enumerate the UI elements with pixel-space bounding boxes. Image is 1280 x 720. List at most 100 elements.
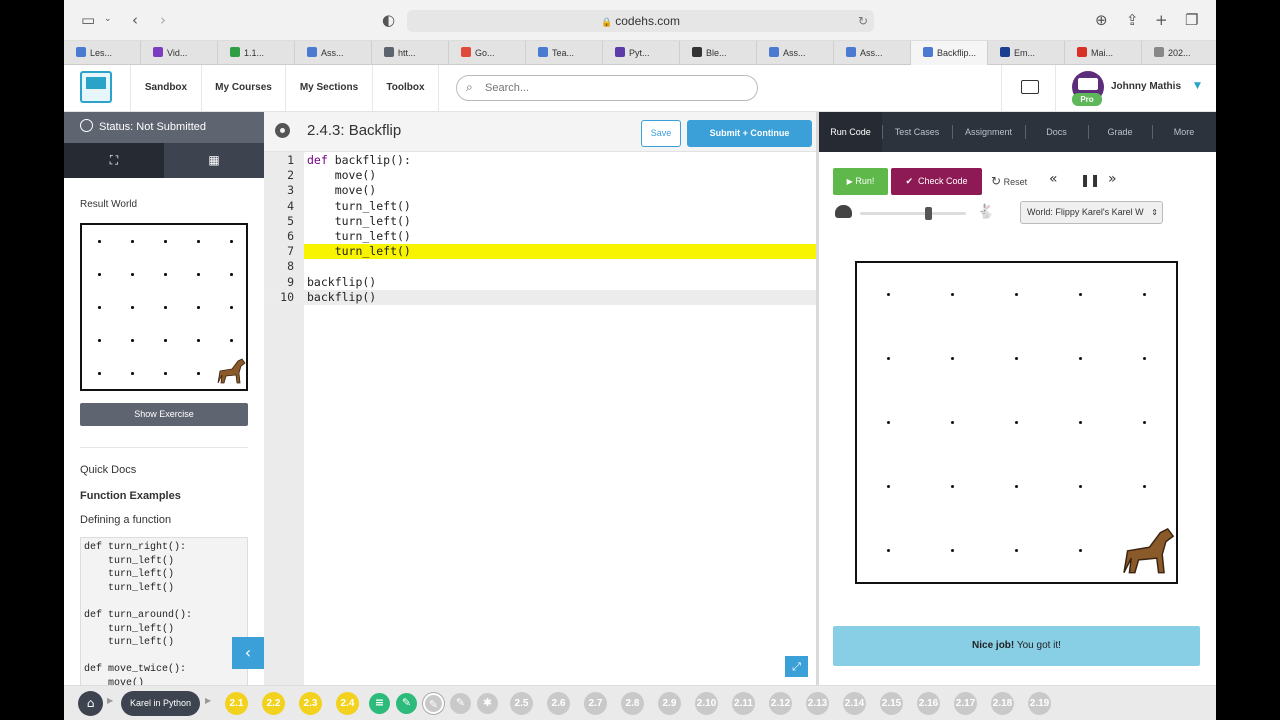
lesson-step[interactable]: 2.16 <box>917 692 940 715</box>
pencil-icon[interactable]: ✎ <box>450 693 471 714</box>
codehs-logo[interactable] <box>80 71 112 103</box>
panel-divider[interactable] <box>816 112 819 685</box>
browser-tab[interactable]: Ass... <box>295 41 372 65</box>
code-line[interactable]: 1 def backflip(): <box>264 153 816 168</box>
browser-tab[interactable]: Tea... <box>526 41 603 65</box>
code-line[interactable]: 5 turn_left() <box>264 214 816 229</box>
nav-my-sections[interactable]: My Sections <box>285 65 372 111</box>
lesson-step[interactable]: 2.1 <box>225 692 248 715</box>
share-icon[interactable]: ⇪ <box>1126 11 1139 29</box>
sidebar-toggle-icon[interactable]: ▭ <box>81 11 95 29</box>
download-icon[interactable]: ⊕ <box>1095 11 1108 29</box>
code-line[interactable]: 4 turn_left() <box>264 199 816 214</box>
fast-forward-icon[interactable]: » <box>1108 171 1117 187</box>
lesson-step[interactable]: 2.5 <box>510 692 533 715</box>
address-bar[interactable]: 🔒 codehs.com ↻ <box>407 10 874 32</box>
reload-icon[interactable]: ↻ <box>858 10 868 32</box>
lesson-step[interactable]: 2.18 <box>991 692 1014 715</box>
tab-run-code[interactable]: Run Code <box>819 112 882 152</box>
back-icon[interactable]: ‹ <box>132 11 138 29</box>
lesson-step[interactable]: 2.9 <box>658 692 681 715</box>
lesson-step[interactable]: 2.8 <box>621 692 644 715</box>
browser-tab[interactable]: 202... <box>1142 41 1216 65</box>
nav-my-courses[interactable]: My Courses <box>201 65 285 111</box>
lesson-step[interactable]: 2.6 <box>547 692 570 715</box>
browser-tab[interactable]: Vid... <box>141 41 218 65</box>
speed-slider-thumb[interactable] <box>925 207 932 220</box>
gear-icon[interactable] <box>275 123 290 138</box>
lesson-step[interactable]: 2.17 <box>954 692 977 715</box>
lesson-step[interactable]: 2.12 <box>769 692 792 715</box>
search-input[interactable] <box>485 80 745 96</box>
lesson-step[interactable]: 2.10 <box>695 692 718 715</box>
code-line[interactable]: 10 backflip() <box>264 289 816 305</box>
browser-tab[interactable]: Les... <box>64 41 141 65</box>
lesson-step[interactable]: 2.14 <box>843 692 866 715</box>
code-line[interactable]: 8 <box>264 259 816 274</box>
caret-down-icon[interactable]: ▼ <box>1194 81 1201 91</box>
chevron-down-icon[interactable]: ⌄ <box>104 14 112 24</box>
puzzle-icon[interactable]: ✱ <box>477 693 498 714</box>
lesson-step[interactable]: 2.7 <box>584 692 607 715</box>
unit-pill[interactable]: Karel in Python <box>121 691 200 716</box>
lesson-step[interactable]: 2.15 <box>880 692 903 715</box>
nav-toolbox[interactable]: Toolbox <box>372 65 439 111</box>
code-line[interactable]: 7 turn_left() <box>264 244 816 260</box>
doc-icon[interactable]: ≡ <box>369 693 390 714</box>
browser-tab[interactable]: Ass... <box>834 41 911 65</box>
collapse-sidebar-button[interactable]: ‹ <box>232 637 264 669</box>
map-icon[interactable]: ⛶ <box>64 143 164 178</box>
tab-more[interactable]: More <box>1152 112 1216 152</box>
browser-tab[interactable]: Backflip... <box>911 41 988 65</box>
pencil-icon[interactable]: ✎ <box>396 693 417 714</box>
pause-icon[interactable]: ❚❚ <box>1080 173 1100 187</box>
speed-slider[interactable] <box>860 212 966 215</box>
code-line[interactable]: 2 move() <box>264 168 816 183</box>
show-exercise-button[interactable]: Show Exercise <box>80 403 248 426</box>
code-line[interactable]: 9 backflip() <box>264 275 816 290</box>
browser-tab[interactable]: 1.1... <box>218 41 295 65</box>
submit-continue-button[interactable]: Submit + Continue <box>687 120 812 147</box>
check-code-button[interactable]: ✔ Check Code <box>891 168 982 195</box>
calendar-icon[interactable]: ▦ <box>164 143 264 178</box>
save-button[interactable]: Save <box>641 120 681 147</box>
lesson-step[interactable]: 2.11 <box>732 692 755 715</box>
window-icon-button[interactable] <box>1001 65 1056 111</box>
rewind-icon[interactable]: « <box>1049 171 1058 187</box>
run-button[interactable]: ▶ Run! <box>833 168 888 195</box>
forward-icon[interactable]: › <box>160 11 166 29</box>
line-number: 8 <box>287 259 294 274</box>
tab-overview-icon[interactable]: ❐ <box>1185 11 1198 29</box>
nav-sandbox[interactable]: Sandbox <box>130 65 201 111</box>
lesson-step[interactable]: 2.13 <box>806 692 829 715</box>
tab-docs[interactable]: Docs <box>1025 112 1088 152</box>
tab-assignment[interactable]: Assignment <box>952 112 1025 152</box>
code-line[interactable]: 3 move() <box>264 183 816 198</box>
new-tab-icon[interactable]: + <box>1155 11 1168 29</box>
lesson-step[interactable]: 2.2 <box>262 692 285 715</box>
lesson-step[interactable]: 2.19 <box>1028 692 1051 715</box>
home-icon[interactable]: ⌂ <box>78 691 103 716</box>
browser-tab-label: Vid... <box>167 48 188 58</box>
browser-tab[interactable]: htt... <box>372 41 449 65</box>
reset-button[interactable]: ↻ Reset <box>991 174 1027 188</box>
browser-tab[interactable]: Pyt... <box>603 41 680 65</box>
lesson-step[interactable]: 2.4 <box>336 692 359 715</box>
search-box: ⌕ <box>456 75 758 101</box>
tab-test-cases[interactable]: Test Cases <box>882 112 952 152</box>
tab-grade[interactable]: Grade <box>1088 112 1152 152</box>
browser-tab[interactable]: Ble... <box>680 41 757 65</box>
username[interactable]: Johnny Mathis <box>1111 81 1181 92</box>
browser-tab[interactable]: Ass... <box>757 41 834 65</box>
shield-icon[interactable]: ◐ <box>382 11 395 29</box>
world-select[interactable]: World: Flippy Karel's Karel W ⇕ <box>1020 201 1163 224</box>
code-line[interactable]: 6 turn_left() <box>264 229 816 244</box>
code-editor[interactable]: ⤢ 1 def backflip(): 2 move() 3 move() 4 turn… <box>264 152 818 685</box>
grid-dot <box>98 240 101 243</box>
browser-tab[interactable]: Go... <box>449 41 526 65</box>
browser-tab[interactable]: Em... <box>988 41 1065 65</box>
browser-tab[interactable]: Mai... <box>1065 41 1142 65</box>
expand-icon[interactable]: ⤢ <box>785 656 808 677</box>
lesson-step[interactable]: 2.3 <box>299 692 322 715</box>
pencil-icon[interactable]: ✎ <box>423 693 444 714</box>
